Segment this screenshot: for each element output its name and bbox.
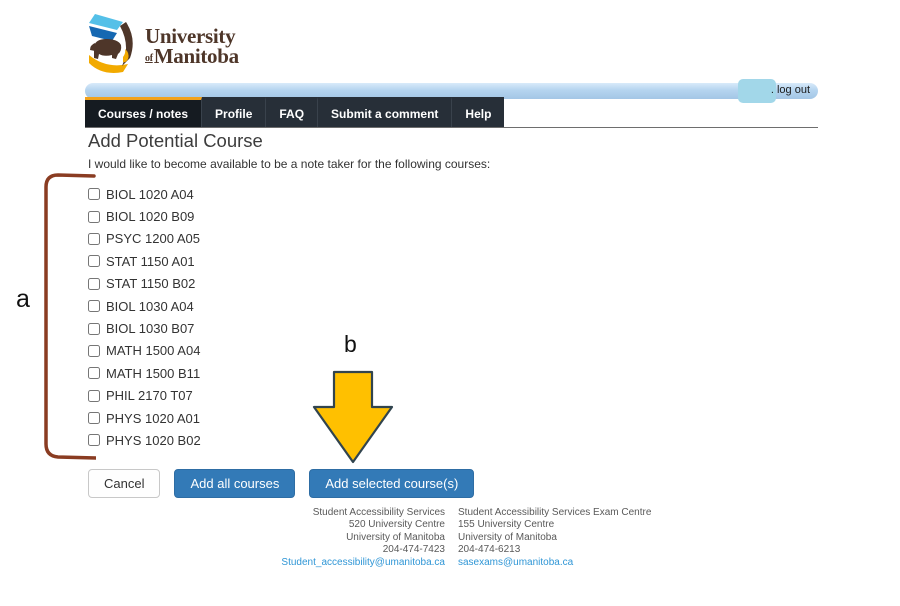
logo-wordmark: University ofManitoba (145, 26, 239, 69)
nav-bar-wrapper: Courses / notes Profile FAQ Submit a com… (85, 97, 818, 128)
course-label: PHYS 1020 B02 (106, 433, 201, 448)
footer-line: 155 University Centre (458, 519, 698, 531)
course-label: PSYC 1200 A05 (106, 231, 200, 246)
bison-crest-icon (86, 13, 138, 73)
add-potential-course-page: University ofManitoba . log out Courses … (0, 0, 900, 606)
course-row: BIOL 1020 B09 (88, 205, 201, 227)
footer-line: Student Accessibility Services Exam Cent… (458, 507, 698, 519)
course-row: BIOL 1030 A04 (88, 295, 201, 317)
footer-line: University of Manitoba (458, 532, 698, 544)
nav-bar: Courses / notes Profile FAQ Submit a com… (85, 97, 504, 127)
course-label: STAT 1150 A01 (106, 254, 195, 269)
course-row: PSYC 1200 A05 (88, 228, 201, 250)
exam-centre-email-link[interactable]: sasexams@umanitoba.ca (458, 557, 573, 569)
course-row: PHYS 1020 A01 (88, 407, 201, 429)
cancel-button[interactable]: Cancel (88, 469, 160, 498)
course-label: STAT 1150 B02 (106, 276, 195, 291)
tab-faq[interactable]: FAQ (266, 97, 318, 127)
accessibility-email-link[interactable]: Student_accessibility@umanitoba.ca (281, 557, 445, 569)
tab-help[interactable]: Help (452, 97, 504, 127)
course-label: PHYS 1020 A01 (106, 411, 200, 426)
course-row: MATH 1500 A04 (88, 340, 201, 362)
footer-line: 204-474-6213 (458, 544, 698, 556)
footer-line: Student Accessibility Services (228, 507, 445, 519)
course-label: BIOL 1030 B07 (106, 321, 194, 336)
course-list: BIOL 1020 A04 BIOL 1020 B09 PSYC 1200 A0… (88, 183, 201, 452)
name-separator: . (771, 84, 774, 96)
course-label: MATH 1500 B11 (106, 366, 200, 381)
logo-of: of (145, 53, 153, 64)
button-row: Cancel Add all courses Add selected cour… (88, 469, 474, 498)
course-row: BIOL 1030 B07 (88, 317, 201, 339)
course-label: BIOL 1020 A04 (106, 187, 194, 202)
logo-line-university: University (145, 26, 239, 46)
annotation-bracket (38, 172, 96, 462)
course-row: BIOL 1020 A04 (88, 183, 201, 205)
logout-area: . log out (771, 84, 810, 96)
footer-line: 204-474-7423 (228, 544, 445, 556)
footer-line: 520 University Centre (228, 519, 445, 531)
course-row: STAT 1150 A01 (88, 250, 201, 272)
footer-accessibility-services: Student Accessibility Services 520 Unive… (228, 507, 445, 569)
logo-line-manitoba: ofManitoba (145, 46, 239, 69)
course-row: STAT 1150 B02 (88, 273, 201, 295)
intro-text: I would like to become available to be a… (88, 157, 490, 171)
tab-submit-comment[interactable]: Submit a comment (318, 97, 452, 127)
page-title: Add Potential Course (88, 130, 263, 152)
annotation-label-a: a (16, 285, 30, 314)
course-label: BIOL 1030 A04 (106, 299, 194, 314)
tab-profile[interactable]: Profile (202, 97, 266, 127)
footer-exam-centre: Student Accessibility Services Exam Cent… (458, 507, 698, 569)
footer-line: University of Manitoba (228, 532, 445, 544)
course-label: BIOL 1020 B09 (106, 209, 194, 224)
logout-link[interactable]: log out (777, 84, 810, 96)
course-label: PHIL 2170 T07 (106, 388, 193, 403)
university-of-manitoba-logo: University ofManitoba (86, 13, 239, 73)
annotation-down-arrow-icon (312, 370, 394, 465)
course-row: PHYS 1020 B02 (88, 429, 201, 451)
course-label: MATH 1500 A04 (106, 343, 200, 358)
tab-courses-notes[interactable]: Courses / notes (85, 97, 202, 127)
course-row: PHIL 2170 T07 (88, 385, 201, 407)
add-all-courses-button[interactable]: Add all courses (174, 469, 295, 498)
annotation-label-b: b (344, 331, 357, 358)
course-row: MATH 1500 B11 (88, 362, 201, 384)
add-selected-courses-button[interactable]: Add selected course(s) (309, 469, 474, 498)
